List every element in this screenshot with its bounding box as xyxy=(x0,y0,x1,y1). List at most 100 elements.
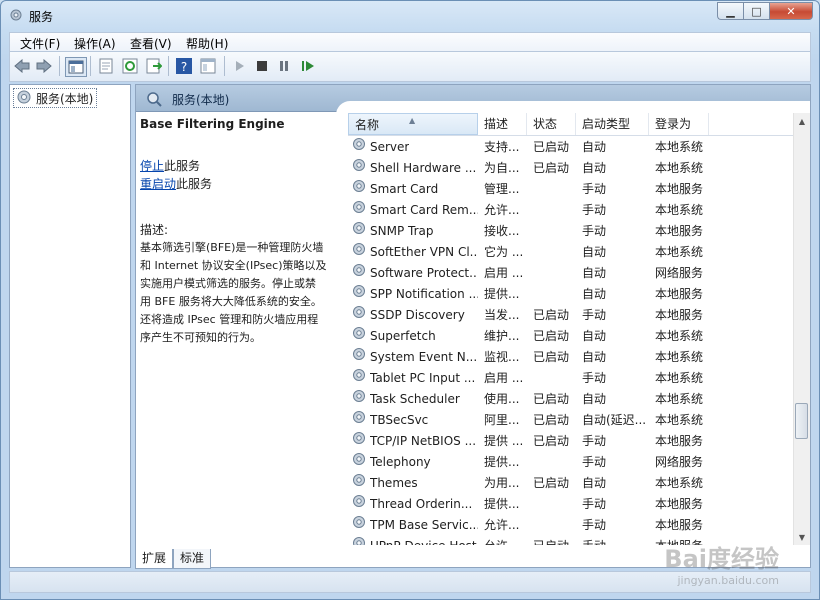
service-logon-as: 网络服务 xyxy=(655,455,704,469)
services-gear-icon xyxy=(9,8,23,22)
tree-item-services-local[interactable]: 服务(本地) xyxy=(13,88,98,108)
service-gear-icon xyxy=(352,326,366,347)
pause-service-icon[interactable] xyxy=(274,57,294,75)
tab-standard[interactable]: 标准 xyxy=(173,549,212,569)
table-row[interactable]: Software Protect... 启用 ... 自动 网络服务 xyxy=(348,263,796,284)
stop-service-icon[interactable] xyxy=(252,57,272,75)
service-name: TCP/IP NetBIOS ... xyxy=(370,434,477,448)
service-name: Superfetch xyxy=(370,329,436,343)
table-row[interactable]: Themes 为用... 已启动 自动 本地系统 xyxy=(348,473,796,494)
services-pane: 服务(本地) Base Filtering Engine 停止此服务 重启动此服… xyxy=(135,84,811,568)
export-list-icon[interactable] xyxy=(144,57,164,75)
service-status: 已启动 xyxy=(533,434,570,448)
table-row[interactable]: Telephony 提供... 手动 网络服务 xyxy=(348,452,796,473)
minimize-button[interactable]: ▁ xyxy=(717,2,743,20)
service-description: 提供 ... xyxy=(484,434,524,448)
service-status: 已启动 xyxy=(533,536,577,545)
table-row[interactable]: SNMP Trap 接收... 手动 本地服务 xyxy=(348,221,796,242)
service-name: UPnP Device Host xyxy=(370,536,477,545)
table-row[interactable]: SSDP Discovery 当发... 已启动 手动 本地服务 xyxy=(348,305,796,326)
service-name: SPP Notification ... xyxy=(370,287,478,301)
menu-view[interactable]: 查看(V) xyxy=(130,35,172,52)
service-gear-icon xyxy=(352,389,366,410)
view-icon[interactable] xyxy=(198,57,218,75)
service-title: Base Filtering Engine xyxy=(140,117,285,131)
table-row[interactable]: TPM Base Servic... 允许... 手动 本地服务 xyxy=(348,515,796,536)
table-row[interactable]: TBSecSvc 阿里... 已启动 自动(延迟... 本地系统 xyxy=(348,410,796,431)
restart-service-link[interactable]: 重启动 xyxy=(140,177,176,191)
properties-icon[interactable] xyxy=(96,57,116,75)
view-tabs: 扩展 标准 xyxy=(135,549,811,569)
table-row[interactable]: SPP Notification ... 提供... 自动 本地服务 xyxy=(348,284,796,305)
table-row[interactable]: System Event N... 监视... 已启动 自动 本地系统 xyxy=(348,347,796,368)
table-row[interactable]: Superfetch 维护... 已启动 自动 本地系统 xyxy=(348,326,796,347)
vertical-scrollbar[interactable]: ▲ ▼ xyxy=(793,113,810,545)
service-name: Smart Card xyxy=(370,182,439,196)
service-logon-as: 本地系统 xyxy=(655,140,704,154)
close-button[interactable]: ✕ xyxy=(769,2,813,20)
show-hide-tree-icon[interactable] xyxy=(65,57,87,77)
refresh-icon[interactable] xyxy=(120,57,140,75)
title-bar[interactable]: 服务 ▁ □ ✕ xyxy=(1,1,819,31)
menu-action[interactable]: 操作(A) xyxy=(74,35,116,52)
minimize-icon: ▁ xyxy=(726,4,735,18)
back-icon[interactable] xyxy=(12,57,32,75)
column-header-description[interactable]: 描述 xyxy=(478,113,527,135)
service-description: 它为 ... xyxy=(484,245,524,259)
service-gear-icon xyxy=(352,494,366,515)
service-startup-type: 手动 xyxy=(582,455,607,469)
service-startup-type: 手动 xyxy=(582,434,607,448)
table-row[interactable]: Tablet PC Input ... 启用 ... 手动 本地系统 xyxy=(348,368,796,389)
maximize-button[interactable]: □ xyxy=(743,2,769,20)
table-row[interactable]: Thread Orderin... 提供... 手动 本地服务 xyxy=(348,494,796,515)
column-header-startup-type[interactable]: 启动类型 xyxy=(576,113,649,135)
resume-service-icon[interactable] xyxy=(298,57,318,75)
menu-file[interactable]: 文件(F) xyxy=(20,35,60,52)
menu-help[interactable]: 帮助(H) xyxy=(186,35,228,52)
service-logon-as: 本地服务 xyxy=(655,182,704,196)
scroll-down-icon[interactable]: ▼ xyxy=(794,529,810,545)
service-startup-type: 手动 xyxy=(582,308,607,322)
start-service-icon[interactable] xyxy=(230,57,250,75)
service-gear-icon xyxy=(352,221,366,242)
column-header-status[interactable]: 状态 xyxy=(527,113,576,135)
table-row[interactable]: SoftEther VPN Cl... 它为 ... 自动 本地系统 xyxy=(348,242,796,263)
service-status: 已启动 xyxy=(533,308,570,322)
stop-service-link[interactable]: 停止 xyxy=(140,159,164,173)
service-description: 提供... xyxy=(484,455,520,469)
service-name: Server xyxy=(370,140,410,154)
scrollbar-thumb[interactable] xyxy=(795,403,808,439)
services-gear-icon xyxy=(16,89,32,108)
service-status: 已启动 xyxy=(533,476,570,490)
service-description: 为自... xyxy=(484,161,520,175)
service-startup-type: 自动(延迟... xyxy=(582,413,647,427)
service-startup-type: 自动 xyxy=(582,161,607,175)
forward-icon[interactable] xyxy=(34,57,54,75)
table-row[interactable]: Server 支持... 已启动 自动 本地系统 xyxy=(348,137,796,158)
service-status: 已启动 xyxy=(533,350,570,364)
table-row[interactable]: UPnP Device Host 允许... 已启动手动本地服务 xyxy=(348,536,796,545)
column-header-name[interactable]: ▲ 名称 xyxy=(348,113,478,135)
tree-pane: 服务(本地) xyxy=(9,84,131,568)
table-row[interactable]: Shell Hardware ... 为自... 已启动 自动 本地系统 xyxy=(348,158,796,179)
pane-header-title: 服务(本地) xyxy=(172,93,230,107)
service-gear-icon xyxy=(352,431,366,452)
service-logon-as: 本地系统 xyxy=(655,245,704,259)
table-row[interactable]: Smart Card 管理... 手动 本地服务 xyxy=(348,179,796,200)
service-gear-icon xyxy=(352,473,366,494)
service-description: 启用 ... xyxy=(484,266,524,280)
table-row[interactable]: Smart Card Rem... 允许... 手动 本地系统 xyxy=(348,200,796,221)
service-description: 允许... xyxy=(484,536,528,545)
service-name: Thread Orderin... xyxy=(370,497,473,511)
tab-extended[interactable]: 扩展 xyxy=(135,549,174,569)
service-gear-icon xyxy=(352,158,366,179)
column-header-logon-as[interactable]: 登录为 xyxy=(649,113,709,135)
table-row[interactable]: TCP/IP NetBIOS ... 提供 ... 已启动 手动 本地服务 xyxy=(348,431,796,452)
menu-bar: 文件(F) 操作(A) 查看(V) 帮助(H) xyxy=(9,32,811,52)
service-logon-as: 本地系统 xyxy=(655,350,704,364)
help-icon[interactable]: ? xyxy=(174,57,194,75)
service-startup-type: 自动 xyxy=(582,266,607,280)
scroll-up-icon[interactable]: ▲ xyxy=(794,113,810,129)
table-row[interactable]: Task Scheduler 使用... 已启动 自动 本地系统 xyxy=(348,389,796,410)
service-name: TBSecSvc xyxy=(370,413,429,427)
